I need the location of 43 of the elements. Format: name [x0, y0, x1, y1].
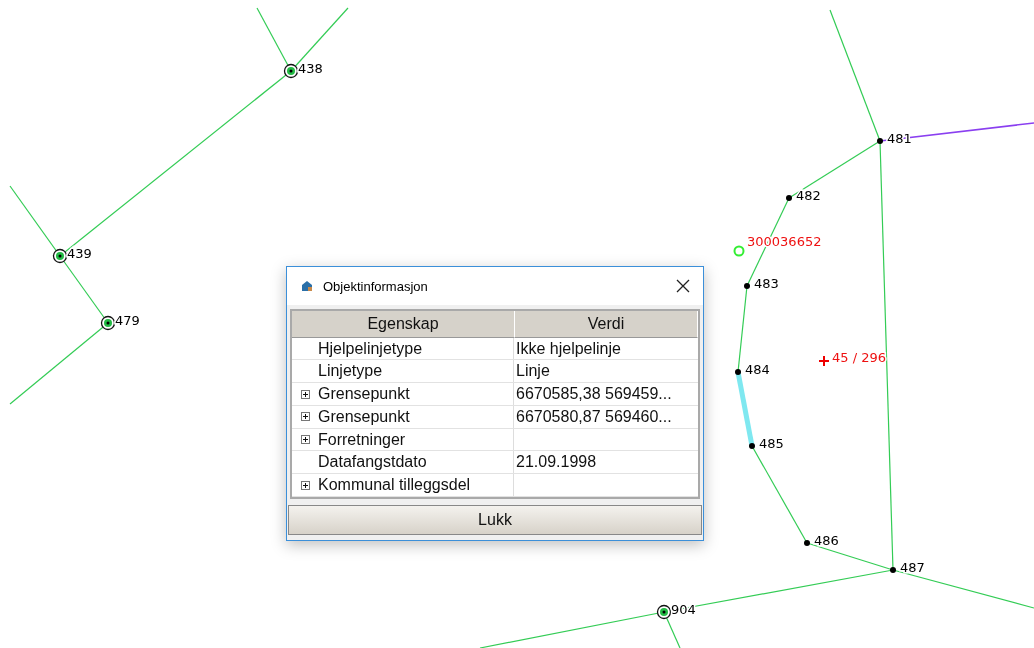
survey-point-icon[interactable] — [804, 540, 810, 546]
point-label: 487 — [900, 560, 925, 575]
property-value: Ikke hjelpelinje — [516, 339, 621, 358]
survey-point-icon[interactable] — [100, 315, 116, 331]
property-name: Forretninger — [318, 430, 406, 449]
expand-icon[interactable] — [300, 412, 310, 422]
measurement-label: 45 / 296 — [832, 350, 886, 365]
survey-point-icon[interactable] — [877, 138, 883, 144]
expand-icon[interactable] — [300, 480, 310, 490]
survey-point-icon[interactable] — [656, 604, 672, 620]
property-name: Kommunal tilleggsdel — [318, 476, 471, 495]
survey-point-icon[interactable] — [749, 443, 755, 449]
expand-icon[interactable] — [300, 435, 310, 445]
column-header[interactable]: Verdi — [515, 311, 698, 338]
close-icon — [676, 279, 690, 293]
survey-point-icon[interactable] — [890, 567, 896, 573]
column-header[interactable]: Egenskap — [292, 311, 515, 338]
point-label: 484 — [745, 362, 770, 377]
point-label: 486 — [814, 533, 839, 548]
property-name: Grensepunkt — [318, 407, 410, 426]
point-label: 485 — [759, 436, 784, 451]
property-name: Grensepunkt — [318, 385, 410, 404]
window-title: Objektinformasjon — [323, 278, 429, 294]
expand-icon[interactable] — [300, 389, 310, 399]
point-label: 483 — [754, 276, 779, 291]
property-value: 6670580,87 569460... — [516, 407, 672, 426]
point-label: 438 — [298, 61, 323, 76]
property-name: Datafangstdato — [318, 453, 427, 472]
point-label: 479 — [115, 313, 140, 328]
close-dialog-button[interactable]: Lukk — [288, 505, 702, 535]
survey-point-icon[interactable] — [786, 195, 792, 201]
point-label: 439 — [67, 246, 92, 261]
property-value: Linje — [516, 362, 550, 381]
property-value: 21.09.1998 — [516, 453, 597, 472]
property-value: 6670585,38 569459... — [516, 385, 672, 404]
survey-point-icon[interactable] — [283, 63, 299, 79]
survey-point-icon[interactable] — [52, 248, 68, 264]
house-icon — [301, 280, 313, 292]
property-name: Hjelpelinjetype — [318, 339, 423, 358]
point-label: 482 — [796, 188, 821, 203]
survey-point-icon[interactable] — [744, 283, 750, 289]
survey-point-icon[interactable] — [735, 369, 741, 375]
property-name: Linjetype — [318, 362, 383, 381]
